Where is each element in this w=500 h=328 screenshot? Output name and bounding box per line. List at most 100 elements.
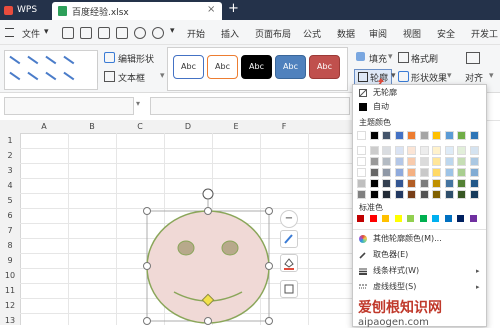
standard-color-swatch[interactable] bbox=[394, 215, 402, 222]
wps-home-tab[interactable]: WPS bbox=[0, 2, 50, 20]
column-header[interactable]: B bbox=[68, 120, 117, 134]
row-header[interactable]: 10 bbox=[0, 268, 21, 284]
theme-color-swatch[interactable] bbox=[419, 131, 429, 140]
outline-style-icon[interactable] bbox=[280, 280, 298, 298]
text-box-arrow-icon[interactable]: ▾ bbox=[160, 71, 165, 81]
theme-color-swatch[interactable] bbox=[369, 157, 379, 166]
line-style-option[interactable]: 线条样式(W) ▸ bbox=[353, 264, 486, 278]
theme-color-swatch[interactable] bbox=[369, 190, 379, 199]
theme-color-swatch[interactable] bbox=[407, 157, 416, 166]
text-box-button[interactable]: 文本框 bbox=[118, 71, 145, 84]
theme-color-swatch[interactable] bbox=[407, 131, 416, 140]
resize-handle[interactable] bbox=[265, 207, 273, 215]
theme-color-swatch[interactable] bbox=[444, 190, 454, 199]
standard-color-swatch[interactable] bbox=[357, 215, 364, 222]
menu-formula[interactable]: 公式 bbox=[303, 27, 321, 40]
row-header[interactable]: 9 bbox=[0, 253, 21, 269]
theme-color-swatch[interactable] bbox=[444, 146, 454, 155]
arrow-shape-icon[interactable] bbox=[63, 71, 75, 80]
theme-color-swatch[interactable] bbox=[369, 131, 379, 140]
theme-color-swatch[interactable] bbox=[357, 190, 366, 199]
print-preview-icon[interactable] bbox=[116, 27, 128, 39]
theme-color-swatch[interactable] bbox=[419, 157, 429, 166]
column-header[interactable]: F bbox=[260, 120, 309, 134]
print-icon[interactable] bbox=[98, 27, 110, 39]
style-preset-2[interactable]: Abc bbox=[207, 55, 238, 79]
theme-color-swatch[interactable] bbox=[394, 131, 404, 140]
select-all-corner[interactable] bbox=[0, 120, 21, 134]
column-header[interactable]: E bbox=[212, 120, 261, 134]
standard-color-swatch[interactable] bbox=[469, 215, 477, 222]
row-header[interactable]: 13 bbox=[0, 313, 21, 325]
align-button[interactable]: 对齐 bbox=[465, 71, 483, 84]
row-header[interactable]: 6 bbox=[0, 208, 21, 224]
theme-color-swatch[interactable] bbox=[357, 179, 366, 188]
theme-color-swatch[interactable] bbox=[444, 157, 454, 166]
rotate-handle-icon[interactable] bbox=[202, 188, 214, 200]
theme-color-swatch[interactable] bbox=[369, 168, 379, 177]
smiley-face-shape[interactable] bbox=[138, 182, 282, 325]
formula-input[interactable] bbox=[150, 97, 350, 115]
theme-color-swatch[interactable] bbox=[394, 146, 404, 155]
menu-review[interactable]: 审阅 bbox=[369, 27, 387, 40]
row-header[interactable]: 12 bbox=[0, 298, 21, 314]
menu-insert[interactable]: 插入 bbox=[221, 27, 239, 40]
row-header[interactable]: 4 bbox=[0, 178, 21, 194]
theme-color-swatch[interactable] bbox=[419, 179, 429, 188]
resize-handle[interactable] bbox=[204, 317, 212, 325]
brush-style-icon[interactable] bbox=[280, 230, 298, 248]
theme-color-swatch[interactable] bbox=[469, 168, 479, 177]
theme-color-swatch[interactable] bbox=[444, 179, 454, 188]
fill-bucket-icon[interactable] bbox=[280, 254, 298, 272]
style-preset-4[interactable]: Abc bbox=[275, 55, 306, 79]
theme-color-swatch[interactable] bbox=[382, 146, 391, 155]
style-preset-1[interactable]: Abc bbox=[173, 55, 204, 79]
shape-effect-arrow-icon[interactable]: ▾ bbox=[447, 71, 452, 81]
column-header[interactable]: A bbox=[20, 120, 69, 134]
theme-color-swatch[interactable] bbox=[469, 190, 479, 199]
theme-color-swatch[interactable] bbox=[419, 146, 429, 155]
color-picker-option[interactable]: 取色器(E) bbox=[353, 248, 486, 262]
arrow-shape-icon[interactable] bbox=[9, 55, 21, 64]
name-box-arrow-icon[interactable]: ▾ bbox=[136, 99, 140, 108]
new-tab-button[interactable]: + bbox=[228, 1, 239, 16]
arrow-shape-icon[interactable] bbox=[27, 55, 39, 64]
row-header[interactable]: 2 bbox=[0, 148, 21, 164]
save-icon[interactable] bbox=[62, 27, 74, 39]
theme-color-swatch[interactable] bbox=[382, 168, 391, 177]
theme-color-swatch[interactable] bbox=[457, 146, 466, 155]
menu-developer[interactable]: 开发工 bbox=[471, 27, 498, 40]
theme-color-swatch[interactable] bbox=[432, 131, 441, 140]
resize-handle[interactable] bbox=[204, 207, 212, 215]
export-icon[interactable] bbox=[80, 27, 92, 39]
theme-color-swatch[interactable] bbox=[394, 179, 404, 188]
theme-color-swatch[interactable] bbox=[369, 146, 379, 155]
quick-access-more-icon[interactable]: ▾ bbox=[170, 26, 175, 36]
menu-file[interactable]: 文件 bbox=[22, 27, 40, 40]
theme-color-swatch[interactable] bbox=[457, 168, 466, 177]
menu-page-layout[interactable]: 页面布局 bbox=[255, 27, 291, 40]
theme-color-swatch[interactable] bbox=[394, 190, 404, 199]
arrow-shape-icon[interactable] bbox=[27, 71, 39, 80]
standard-color-swatch[interactable] bbox=[407, 215, 414, 222]
close-tab-icon[interactable]: × bbox=[207, 4, 215, 15]
theme-color-swatch[interactable] bbox=[419, 190, 429, 199]
row-header[interactable]: 7 bbox=[0, 223, 21, 239]
row-header[interactable]: 1 bbox=[0, 133, 21, 149]
theme-color-swatch[interactable] bbox=[369, 179, 379, 188]
theme-color-swatch[interactable] bbox=[432, 179, 441, 188]
row-header[interactable]: 5 bbox=[0, 193, 21, 209]
spreadsheet-grid[interactable]: A B C D E F 1 2 3 4 5 6 7 8 9 10 11 12 1… bbox=[0, 120, 355, 325]
theme-color-swatch[interactable] bbox=[432, 157, 441, 166]
undo-icon[interactable] bbox=[134, 27, 146, 39]
auto-color-option[interactable]: 自动 bbox=[353, 100, 486, 114]
theme-color-swatch[interactable] bbox=[407, 190, 416, 199]
theme-color-swatch[interactable] bbox=[357, 146, 366, 155]
standard-color-swatch[interactable] bbox=[382, 215, 389, 222]
align-arrow-icon[interactable]: ▾ bbox=[489, 71, 494, 81]
theme-color-swatch[interactable] bbox=[469, 179, 479, 188]
resize-handle[interactable] bbox=[143, 317, 151, 325]
theme-color-swatch[interactable] bbox=[357, 157, 366, 166]
theme-color-swatch[interactable] bbox=[457, 190, 466, 199]
redo-icon[interactable] bbox=[152, 27, 164, 39]
